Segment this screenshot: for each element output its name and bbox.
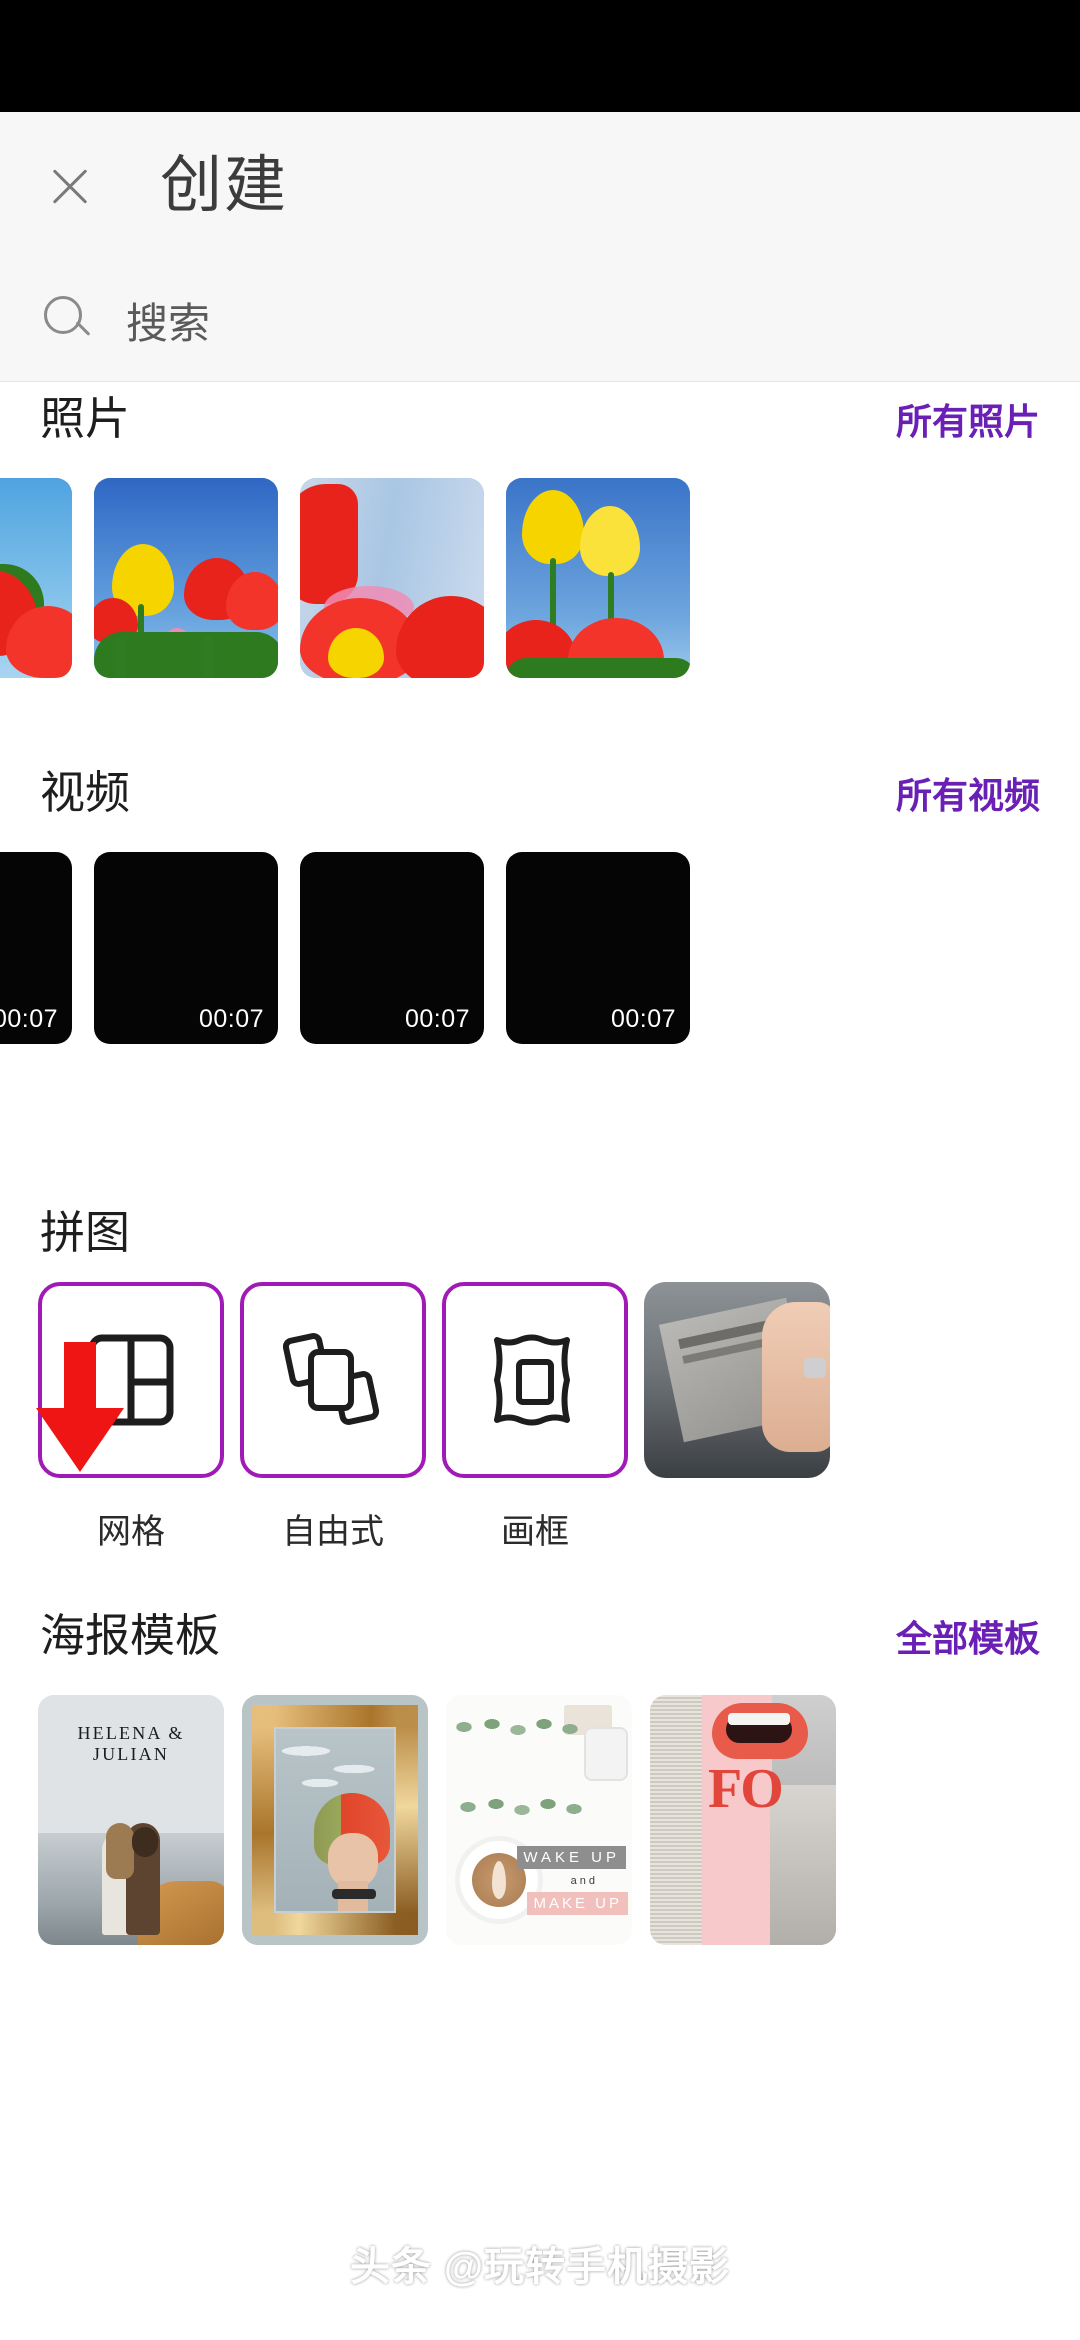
video-duration: 00:07 xyxy=(198,1005,264,1033)
templates-rail[interactable]: HELENA & JULIAN WAKE UP and MAKE UP FO xyxy=(0,1695,1080,1945)
app-header: 创建 xyxy=(0,112,1080,260)
template-thumbnail[interactable]: FO xyxy=(650,1695,836,1945)
template-thumbnail[interactable]: HELENA & JULIAN xyxy=(38,1695,224,1945)
collage-label: 画框 xyxy=(501,1513,569,1551)
down-arrow-annotation xyxy=(36,1342,124,1472)
video-duration: 00:07 xyxy=(404,1005,470,1033)
videos-title: 视频 xyxy=(40,767,131,818)
watermark: 头条 @玩转手机摄影 xyxy=(349,2245,731,2289)
page-title: 创建 xyxy=(160,151,289,220)
all-videos-link[interactable]: 所有视频 xyxy=(896,767,1040,819)
all-templates-link[interactable]: 全部模板 xyxy=(896,1610,1040,1662)
collage-option-frame[interactable]: 画框 xyxy=(442,1282,628,1553)
photo-thumbnail[interactable] xyxy=(300,478,484,678)
videos-section-header: 视频 所有视频 xyxy=(0,756,1080,852)
all-photos-link[interactable]: 所有照片 xyxy=(896,393,1040,445)
collage-option-freestyle[interactable]: 自由式 xyxy=(240,1282,426,1553)
collage-label: 网格 xyxy=(97,1513,165,1551)
picture-frame-icon xyxy=(494,1334,570,1426)
video-thumbnail[interactable]: 00:07 xyxy=(94,852,278,1044)
photo-thumbnail[interactable] xyxy=(0,478,72,678)
collage-section-header: 拼图 xyxy=(0,1196,1080,1282)
video-duration: 00:07 xyxy=(610,1005,676,1033)
photo-thumbnail[interactable] xyxy=(94,478,278,678)
collage-option-photo[interactable] xyxy=(644,1282,830,1553)
search-icon xyxy=(44,295,94,346)
template-thumbnail[interactable]: WAKE UP and MAKE UP xyxy=(446,1695,632,1945)
collage-rail[interactable]: 网格 自由式 画框 xyxy=(0,1282,1080,1553)
video-thumbnail[interactable]: 00:07 xyxy=(300,852,484,1044)
templates-title: 海报模板 xyxy=(40,1610,221,1661)
collage-label: 自由式 xyxy=(282,1513,384,1551)
app-screen: 创建 搜索 照片 所有照片 视频 所有视频 0:07 00:07 00:07 0… xyxy=(0,0,1080,2340)
status-bar xyxy=(0,0,1080,112)
stacked-cards-icon xyxy=(283,1333,380,1425)
photo-thumbnail[interactable] xyxy=(506,478,690,678)
template-thumbnail[interactable] xyxy=(242,1695,428,1945)
video-thumbnail[interactable]: 00:07 xyxy=(0,852,72,1044)
videos-rail[interactable]: 00:07 00:07 00:07 00:07 xyxy=(0,852,1080,1044)
photos-rail[interactable] xyxy=(0,478,1080,678)
template-caption-line1: WAKE UP xyxy=(517,1846,626,1869)
close-icon[interactable] xyxy=(38,154,102,218)
search-bar[interactable]: 搜索 xyxy=(0,260,1080,382)
photos-title: 照片 xyxy=(40,393,131,444)
templates-section-header: 海报模板 全部模板 xyxy=(0,1599,1080,1695)
video-thumbnail[interactable]: 00:07 xyxy=(506,852,690,1044)
template-caption-line2: and xyxy=(570,1875,598,1887)
video-duration: 00:07 xyxy=(0,1005,58,1033)
photos-section-header: 照片 所有照片 xyxy=(0,382,1080,478)
template-caption: HELENA & JULIAN xyxy=(77,1723,185,1764)
template-caption: FO xyxy=(708,1758,784,1820)
collage-title: 拼图 xyxy=(40,1207,131,1258)
search-input[interactable]: 搜索 xyxy=(126,290,210,351)
template-caption-line3: MAKE UP xyxy=(527,1892,628,1915)
